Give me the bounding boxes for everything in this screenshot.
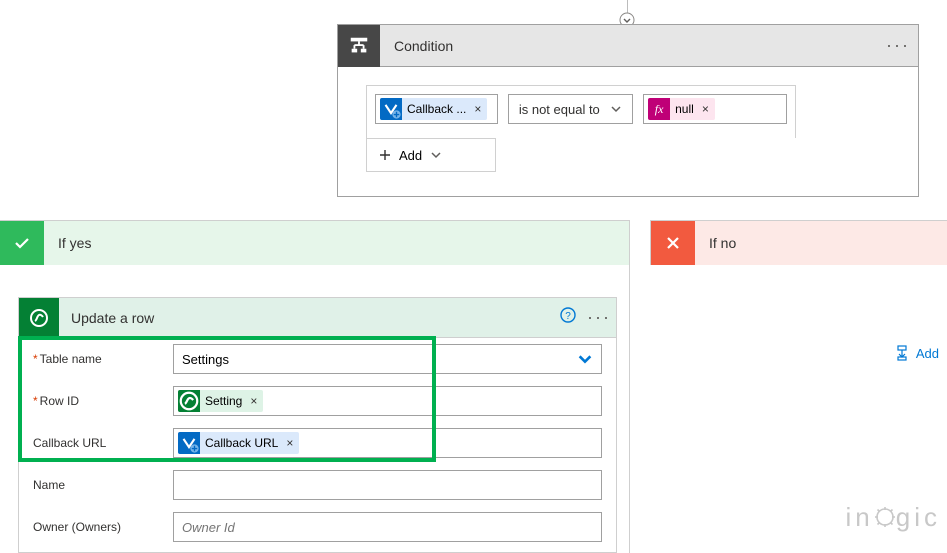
table-name-value: Settings (182, 352, 229, 367)
table-name-select[interactable]: Settings (173, 344, 602, 374)
owner-text-input[interactable] (182, 520, 593, 535)
owner-input[interactable] (173, 512, 602, 542)
insert-step-icon (894, 345, 910, 361)
owner-row: Owner (Owners) (19, 506, 616, 552)
expression-null-token[interactable]: fx null × (648, 98, 715, 120)
update-row-card: Update a row ? ··· *Table name Settings … (18, 297, 617, 553)
condition-menu-button[interactable]: ··· (878, 35, 918, 56)
close-icon (651, 221, 695, 265)
add-condition-button[interactable]: Add (367, 139, 454, 171)
condition-card: Condition ··· Callback ... × is not equa… (337, 24, 919, 197)
if-no-label: If no (695, 235, 736, 251)
callback-url-label: Callback URL (33, 436, 173, 450)
table-name-label: *Table name (33, 352, 173, 366)
token-label: Callback URL (205, 436, 278, 450)
token-remove-icon[interactable]: × (700, 102, 711, 116)
token-remove-icon[interactable]: × (248, 394, 259, 408)
condition-left-operand[interactable]: Callback ... × (375, 94, 498, 124)
table-name-row: *Table name Settings (19, 338, 616, 380)
condition-header[interactable]: Condition ··· (338, 25, 918, 67)
name-row: Name (19, 464, 616, 506)
chevron-down-icon (577, 351, 593, 367)
action-menu-button[interactable]: ··· (582, 307, 616, 328)
plus-icon (379, 149, 391, 161)
dataverse-icon (178, 390, 200, 412)
condition-title: Condition (380, 38, 878, 54)
dynamic-content-icon (380, 98, 402, 120)
callback-url-row: Callback URL Callback URL × (19, 422, 616, 464)
if-yes-header[interactable]: If yes (0, 221, 629, 265)
condition-body: Callback ... × is not equal to fx null × (338, 67, 918, 196)
callback-url-token[interactable]: Callback ... × (380, 98, 487, 120)
condition-expression-row: Callback ... × is not equal to fx null × (375, 94, 787, 124)
token-label: Setting (205, 394, 242, 408)
chevron-down-icon (610, 103, 622, 115)
update-row-header[interactable]: Update a row ? ··· (19, 298, 616, 338)
name-input[interactable] (173, 470, 602, 500)
chevron-down-icon (430, 149, 442, 161)
add-action-label: Add (916, 346, 939, 361)
callback-url-token[interactable]: Callback URL × (178, 432, 299, 454)
add-action-link[interactable]: Add (894, 345, 939, 361)
dataverse-icon (19, 298, 59, 338)
token-label: Callback ... (407, 102, 466, 116)
watermark-logo: ingic (846, 502, 942, 535)
row-id-label: *Row ID (33, 394, 173, 408)
add-label: Add (399, 148, 422, 163)
if-no-header[interactable]: If no (651, 221, 947, 265)
action-title: Update a row (59, 310, 554, 326)
if-yes-label: If yes (44, 235, 91, 251)
token-remove-icon[interactable]: × (472, 102, 483, 116)
token-remove-icon[interactable]: × (284, 436, 295, 450)
owner-label: Owner (Owners) (33, 520, 173, 534)
fx-icon: fx (648, 98, 670, 120)
name-text-input[interactable] (182, 478, 593, 493)
token-label: null (675, 102, 694, 116)
operator-label: is not equal to (519, 102, 600, 117)
if-no-branch: If no (650, 220, 947, 265)
condition-operator-select[interactable]: is not equal to (508, 94, 633, 124)
dynamic-content-icon (178, 432, 200, 454)
callback-url-input[interactable]: Callback URL × (173, 428, 602, 458)
condition-right-operand[interactable]: fx null × (643, 94, 787, 124)
help-icon[interactable]: ? (554, 307, 582, 328)
check-icon (0, 221, 44, 265)
condition-icon (338, 25, 380, 67)
row-id-row: *Row ID Setting × (19, 380, 616, 422)
if-yes-branch: If yes Update a row ? ··· *Table name Se… (0, 220, 630, 553)
svg-text:?: ? (565, 311, 571, 322)
name-label: Name (33, 478, 173, 492)
row-id-input[interactable]: Setting × (173, 386, 602, 416)
setting-token[interactable]: Setting × (178, 390, 263, 412)
